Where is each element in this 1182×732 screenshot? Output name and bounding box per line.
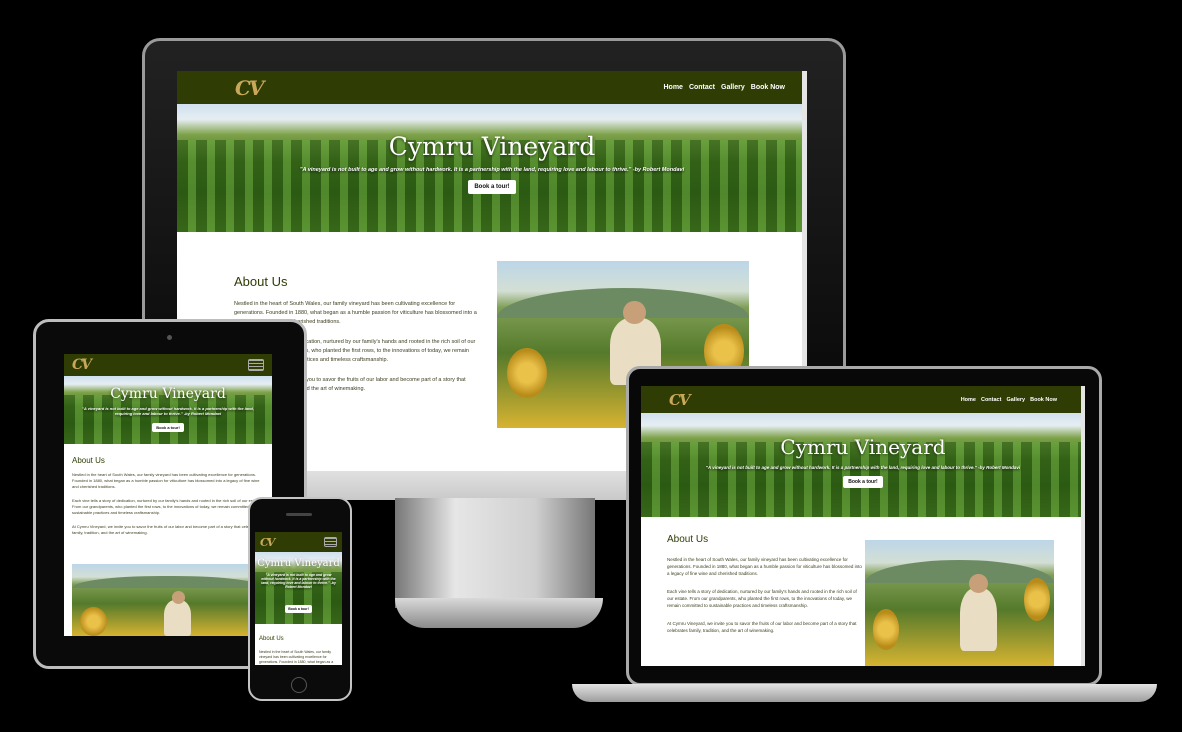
hero-quote: "A vineyard is not built to age and grow… (705, 465, 1021, 470)
book-tour-button[interactable]: Book a tour! (843, 476, 883, 488)
about-text: Nestled in the heart of South Wales, our… (259, 650, 337, 665)
book-tour-button[interactable]: Book a tour! (285, 605, 312, 613)
about-paragraph: Nestled in the heart of South Wales, our… (667, 557, 862, 576)
laptop-site: CV Home Contact Gallery Book Now Cymru V… (641, 386, 1085, 666)
monitor-neck (395, 498, 595, 608)
hero: Cymru Vineyard "A vineyard is not built … (177, 104, 807, 232)
scrollbar[interactable] (1081, 386, 1085, 666)
phone-site: CV Cymru Vineyard "A vineyard is not bui… (255, 532, 342, 665)
logo-icon[interactable]: CV (72, 357, 92, 373)
about-paragraph: Nestled in the heart of South Wales, our… (72, 472, 260, 489)
about-paragraph: Nestled in the heart of South Wales, our… (259, 650, 334, 664)
nav-contact[interactable]: Contact (689, 84, 715, 91)
home-button (291, 677, 307, 693)
nav-gallery[interactable]: Gallery (1006, 397, 1025, 403)
vineyard-photo (865, 540, 1054, 666)
nav-contact[interactable]: Contact (981, 397, 1001, 403)
book-tour-button[interactable]: Book a tour! (152, 423, 184, 432)
nav-links: Home Contact Gallery Book Now (961, 397, 1057, 403)
navbar: CV (64, 354, 272, 376)
nav-book-now[interactable]: Book Now (1030, 397, 1057, 403)
about-heading: About Us (234, 274, 288, 289)
logo-icon[interactable]: CV (669, 391, 691, 409)
hero-quote: "A vineyard is not built to age and grow… (261, 573, 336, 589)
menu-icon[interactable] (324, 537, 337, 547)
book-tour-button[interactable]: Book a tour! (468, 180, 516, 194)
about-heading: About Us (72, 456, 105, 465)
about-heading: About Us (259, 636, 284, 642)
laptop-base (572, 684, 1157, 702)
hero-title: Cymru Vineyard (388, 132, 596, 161)
hero: Cymru Vineyard "A vineyard is not built … (255, 552, 342, 624)
navbar: CV (255, 532, 342, 552)
nav-home[interactable]: Home (664, 84, 683, 91)
about-paragraph: At Cymru Vineyard, we invite you to savo… (72, 524, 261, 535)
about-text: Nestled in the heart of South Wales, our… (667, 556, 863, 634)
navbar: CV Home Contact Gallery Book Now (177, 71, 807, 104)
logo-icon[interactable]: CV (235, 76, 264, 100)
tablet-site: CV Cymru Vineyard "A vineyard is not bui… (64, 354, 272, 636)
about-paragraph: Each vine tells a story of dedication, n… (667, 589, 857, 608)
monitor-base (395, 598, 603, 628)
tablet-camera (167, 335, 172, 340)
hero: Cymru Vineyard "A vineyard is not built … (641, 413, 1085, 517)
about-heading: About Us (667, 534, 709, 545)
vineyard-photo (72, 564, 264, 636)
navbar: CV Home Contact Gallery Book Now (641, 386, 1085, 413)
about-paragraph: At Cymru Vineyard, we invite you to savo… (667, 621, 857, 633)
hero-quote: "A vineyard is not built to age and grow… (82, 406, 254, 416)
about-text: Nestled in the heart of South Wales, our… (72, 472, 264, 536)
nav-home[interactable]: Home (961, 397, 976, 403)
nav-links: Home Contact Gallery Book Now (664, 84, 786, 91)
about-paragraph: Each vine tells a story of dedication, n… (72, 498, 261, 515)
hero: Cymru Vineyard "A vineyard is not built … (64, 376, 272, 444)
phone-speaker (286, 513, 312, 516)
hero-quote: "A vineyard is not built to age and grow… (299, 167, 685, 173)
hero-title: Cymru Vineyard (110, 386, 226, 402)
menu-icon[interactable] (248, 359, 264, 371)
logo-icon[interactable]: CV (260, 536, 275, 549)
nav-gallery[interactable]: Gallery (721, 84, 745, 91)
hero-title: Cymru Vineyard (257, 558, 340, 569)
hero-title: Cymru Vineyard (780, 435, 946, 459)
nav-book-now[interactable]: Book Now (751, 84, 785, 91)
